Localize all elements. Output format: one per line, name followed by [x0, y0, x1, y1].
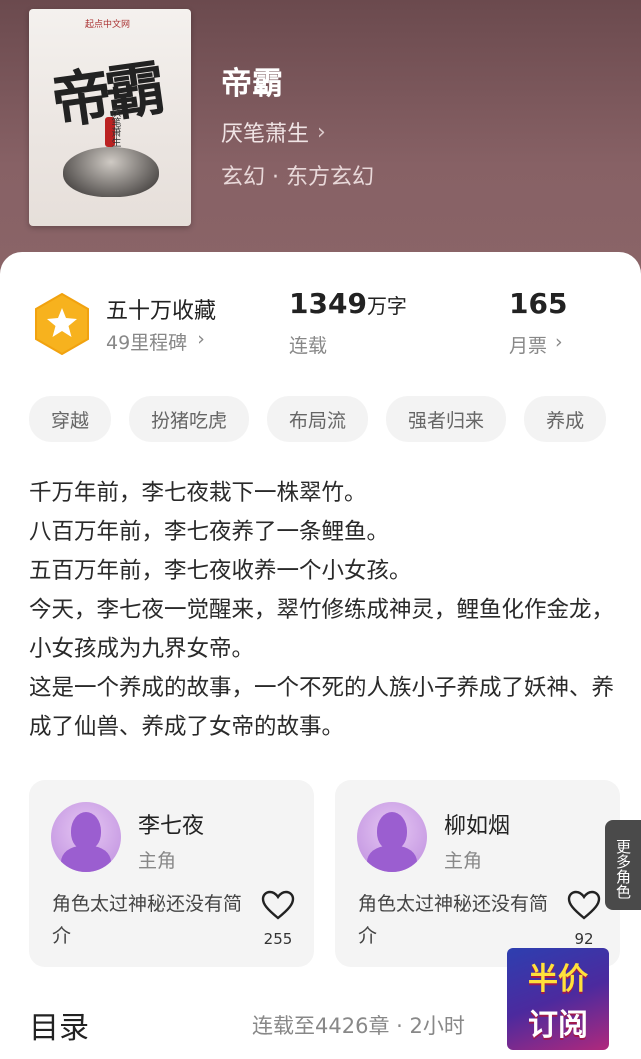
tag-list: 穿越 扮猪吃虎 布局流 强者归来 养成 [29, 396, 641, 442]
book-title: 帝霸 [221, 66, 283, 102]
book-synopsis[interactable]: 千万年前，李七夜栽下一株翠竹。 八百万年前，李七夜养了一条鲤鱼。 五百万年前，李… [29, 474, 619, 747]
tag-chip[interactable]: 布局流 [267, 396, 369, 442]
author-link[interactable]: 厌笔萧生 › [221, 116, 326, 148]
promo-line-2: 订阅 [528, 1008, 588, 1043]
book-genre: 玄幻 · 东方玄幻 [221, 165, 374, 190]
chevron-right-icon: › [317, 119, 326, 145]
tag-chip[interactable]: 强者归来 [386, 396, 507, 442]
monthly-tickets-count: 165 [509, 287, 568, 320]
toc-update-info[interactable]: 连载至4426章 · 2小时 [252, 1010, 465, 1040]
tag-chip[interactable]: 扮猪吃虎 [129, 396, 250, 442]
heart-icon[interactable] [567, 890, 601, 920]
half-price-promo-button[interactable]: 半价 订阅 [507, 948, 609, 1050]
avatar-silhouette-head [377, 812, 407, 850]
character-card[interactable]: 柳如烟 主角 角色太过神秘还没有简介 92 [335, 780, 620, 967]
monthly-tickets-label: 月票 [509, 335, 548, 357]
collection-count: 五十万收藏 [106, 299, 217, 324]
cover-author: 厌笔萧生 [109, 107, 120, 147]
collection-badge-icon [35, 293, 89, 355]
serial-status: 连载 [289, 331, 327, 358]
avatar [51, 802, 121, 872]
avatar-silhouette-body [61, 846, 111, 872]
milestone-label: 49里程碑 [106, 332, 188, 354]
character-role: 主角 [444, 850, 483, 872]
milestone-link[interactable]: 49里程碑 › [106, 328, 205, 355]
more-characters-button[interactable]: 更多角色 [605, 820, 641, 910]
avatar-silhouette-body [367, 846, 417, 872]
serial-status-label: 连载 [289, 335, 328, 357]
toc-title[interactable]: 目录 [29, 1003, 89, 1047]
cover-bowl-art [63, 147, 159, 197]
character-name: 柳如烟 [444, 814, 511, 839]
heart-icon[interactable] [261, 890, 295, 920]
character-card[interactable]: 李七夜 主角 角色太过神秘还没有简介 255 [29, 780, 314, 967]
chevron-right-icon: › [555, 331, 563, 353]
word-count-unit: 万字 [366, 294, 407, 318]
like-count: 92 [574, 930, 594, 948]
monthly-tickets-link[interactable]: 月票 › [509, 331, 563, 358]
character-desc: 角色太过神秘还没有简介 [52, 893, 243, 947]
character-desc: 角色太过神秘还没有简介 [358, 893, 549, 947]
promo-line-1: 半价 [528, 962, 588, 997]
book-cover[interactable]: 起点中文网 帝霸 厌笔萧生 [29, 9, 191, 226]
avatar [357, 802, 427, 872]
character-role: 主角 [138, 850, 177, 872]
character-name: 李七夜 [138, 814, 205, 839]
word-count-number: 1349 [289, 287, 367, 320]
cover-publisher: 起点中文网 [85, 20, 131, 30]
word-count: 1349万字 [289, 287, 407, 320]
avatar-silhouette-head [71, 812, 101, 850]
author-name: 厌笔萧生 [221, 122, 310, 147]
chevron-right-icon: › [197, 328, 205, 350]
tag-chip[interactable]: 穿越 [29, 396, 112, 442]
like-count: 255 [263, 930, 293, 948]
tag-chip[interactable]: 养成 [524, 396, 607, 442]
